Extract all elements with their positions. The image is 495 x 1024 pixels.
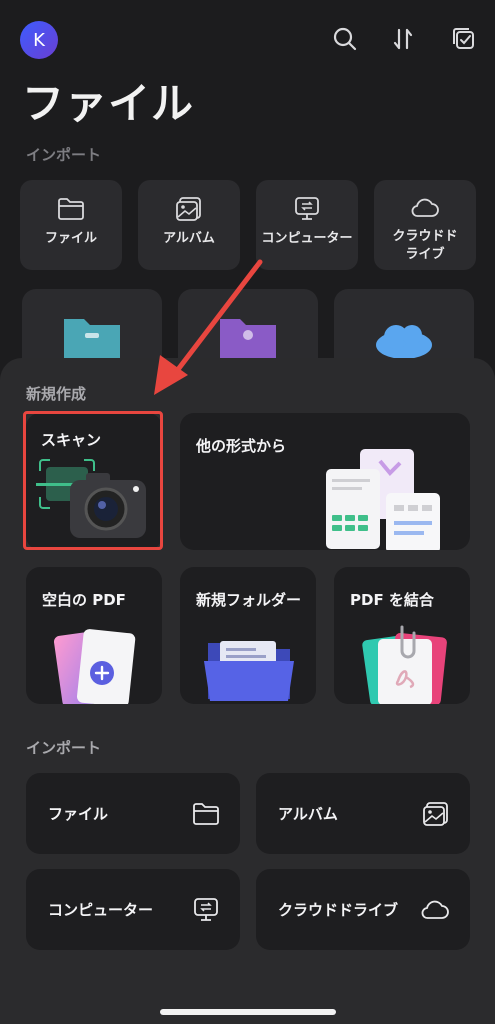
bg-tile-file: ファイル — [20, 180, 122, 270]
other-format-card[interactable]: 他の形式から — [180, 413, 470, 550]
page-title: ファイル — [22, 79, 195, 128]
import-cloud-button[interactable]: クラウドドライブ — [256, 869, 470, 950]
scan-highlight-box — [23, 411, 163, 550]
merge-pdf-icon — [362, 625, 447, 704]
import-album-label: アルバム — [278, 805, 338, 823]
home-indicator — [160, 1009, 336, 1015]
select-icon[interactable] — [449, 24, 479, 54]
bg-tile-label: アルバム — [163, 231, 215, 246]
folder-icon — [204, 641, 294, 701]
bg-tile-label: ファイル — [44, 231, 97, 246]
avatar[interactable]: K — [20, 21, 58, 59]
album-icon — [423, 801, 448, 826]
computer-transfer-icon — [295, 197, 319, 220]
import-file-label: ファイル — [48, 805, 109, 823]
bg-tile-computer: コンピューター — [256, 180, 358, 270]
bg-tile-label: クラウドドライブ — [392, 229, 458, 262]
merge-pdf-card[interactable]: PDF を結合 — [334, 567, 470, 704]
search-icon[interactable] — [330, 24, 360, 54]
import-section-label: インポート — [26, 739, 102, 757]
cloud-icon — [421, 900, 449, 919]
create-section-label: 新規作成 — [26, 385, 87, 403]
bg-import-label: インポート — [26, 146, 102, 164]
new-folder-label: 新規フォルダー — [196, 591, 302, 609]
cloud-icon — [411, 198, 439, 217]
import-cloud-label: クラウドドライブ — [278, 901, 399, 919]
other-format-label: 他の形式から — [196, 437, 287, 455]
import-computer-label: コンピューター — [48, 901, 154, 919]
computer-transfer-icon — [194, 897, 218, 921]
blank-page-plus-icon — [53, 629, 136, 704]
album-icon — [176, 197, 201, 221]
folder-icon — [193, 802, 219, 825]
import-album-button[interactable]: アルバム — [256, 773, 470, 854]
blank-pdf-card[interactable]: 空白の PDF — [26, 567, 162, 704]
blank-pdf-label: 空白の PDF — [42, 591, 126, 609]
documents-icon — [326, 449, 440, 550]
bg-tile-cloud: クラウドドライブ — [374, 180, 476, 270]
bg-tile-label: コンピューター — [261, 231, 353, 246]
folder-icon — [58, 198, 84, 220]
import-computer-button[interactable]: コンピューター — [26, 869, 240, 950]
avatar-letter: K — [33, 29, 45, 51]
bg-tile-album: アルバム — [138, 180, 240, 270]
import-file-button[interactable]: ファイル — [26, 773, 240, 854]
sort-icon[interactable] — [389, 24, 419, 54]
merge-pdf-label: PDF を結合 — [350, 591, 434, 609]
new-folder-card[interactable]: 新規フォルダー — [180, 567, 316, 704]
